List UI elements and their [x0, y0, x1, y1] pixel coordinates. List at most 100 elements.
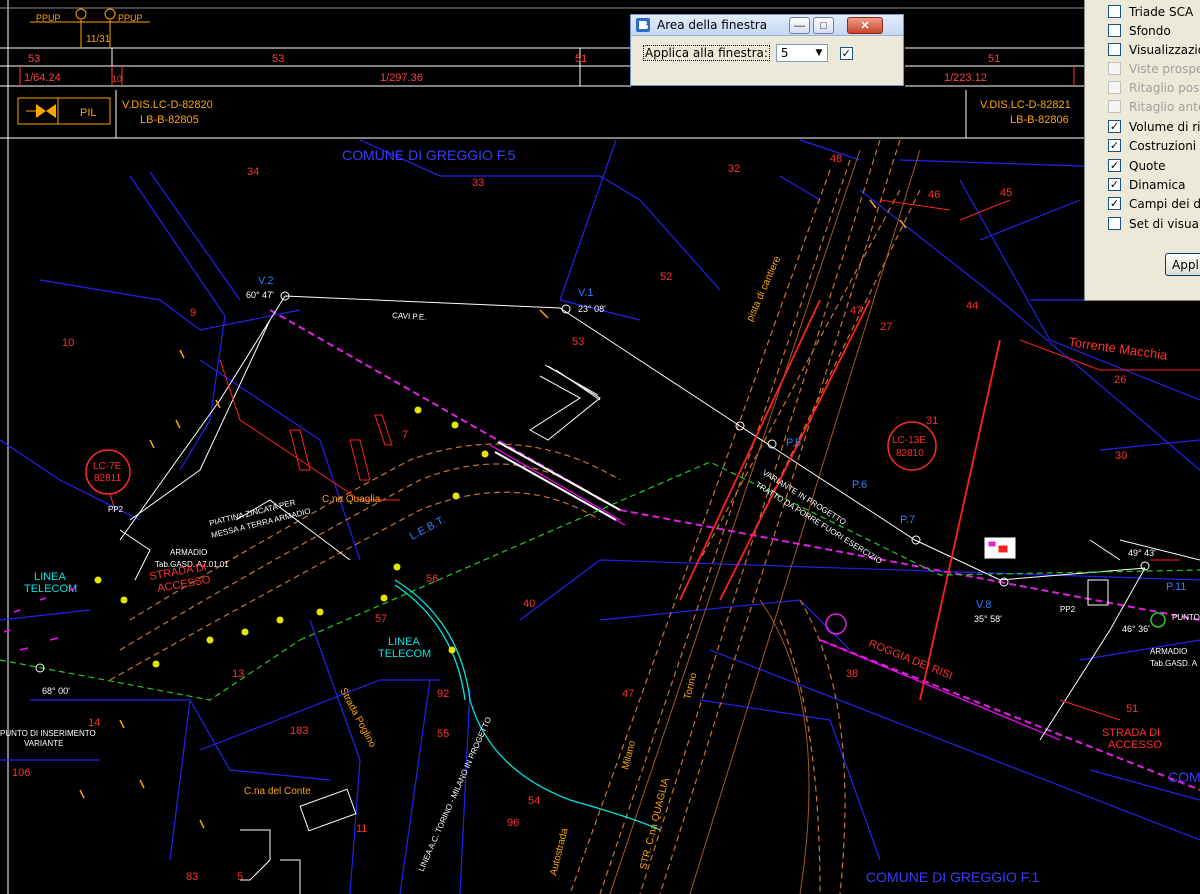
svg-text:183: 183: [290, 725, 308, 737]
svg-text:46° 36': 46° 36': [1122, 624, 1150, 634]
svg-text:47: 47: [850, 305, 862, 317]
view-option-set-visualizzazione[interactable]: Set di visualiz: [1085, 214, 1200, 233]
svg-text:LB-B-82806: LB-B-82806: [1010, 114, 1069, 126]
window-area-dialog: Area della finestra — □ ✕ Applica alla f…: [630, 14, 904, 86]
minimize-icon[interactable]: —: [789, 17, 810, 34]
checkbox-checked[interactable]: ✓: [1108, 139, 1121, 152]
dialog-title: Area della finestra: [657, 18, 768, 32]
svg-text:53: 53: [572, 336, 584, 348]
window-number-select[interactable]: 5 ▼: [775, 44, 828, 62]
svg-text:TELECOM: TELECOM: [378, 648, 431, 660]
svg-text:PPUP: PPUP: [118, 13, 143, 23]
svg-text:56: 56: [426, 573, 438, 585]
svg-text:P.5: P.5: [786, 437, 801, 449]
chevron-down-icon[interactable]: ▼: [811, 45, 827, 61]
checkbox[interactable]: [1108, 217, 1121, 230]
svg-text:52: 52: [660, 271, 672, 283]
svg-text:PUNTO: PUNTO: [1172, 613, 1200, 622]
checkbox[interactable]: [1108, 24, 1121, 37]
svg-text:47: 47: [622, 688, 634, 700]
maximize-icon[interactable]: □: [813, 17, 834, 34]
svg-text:STRADA DI: STRADA DI: [1102, 727, 1160, 739]
svg-text:92: 92: [437, 688, 449, 700]
svg-text:96: 96: [507, 817, 519, 829]
svg-text:10: 10: [112, 74, 122, 84]
svg-text:P.7: P.7: [900, 514, 915, 526]
view-option-visualizzazione[interactable]: Visualizzazion: [1085, 40, 1200, 59]
svg-text:CAVI P.E.: CAVI P.E.: [392, 311, 427, 322]
svg-text:46: 46: [928, 189, 940, 201]
dialog-title-bar[interactable]: Area della finestra — □ ✕: [631, 15, 903, 36]
checkbox-checked[interactable]: ✓: [1108, 159, 1121, 172]
view-option-campi-dati[interactable]: ✓ Campi dei dat: [1085, 194, 1200, 213]
svg-text:30: 30: [1115, 450, 1127, 462]
svg-text:V.1: V.1: [578, 287, 594, 299]
apply-to-window-label: Applica alla finestra:: [643, 45, 770, 61]
svg-text:LC-13E: LC-13E: [892, 435, 926, 446]
svg-text:82811: 82811: [94, 473, 122, 484]
svg-text:53: 53: [28, 53, 40, 65]
svg-text:LINEA: LINEA: [388, 636, 420, 648]
svg-text:V.DIS.LC-D-82821: V.DIS.LC-D-82821: [980, 99, 1071, 111]
cad-drawing-canvas[interactable]: PPUP PPUP 11/31 53 53 51 51 1/64.24 10 1…: [0, 0, 1200, 894]
svg-text:10: 10: [62, 337, 74, 349]
view-option-volume-ritaglio[interactable]: ✓ Volume di rita: [1085, 117, 1200, 136]
checkbox[interactable]: [1108, 43, 1121, 56]
view-option-quote[interactable]: ✓ Quote: [1085, 156, 1165, 175]
svg-text:LC-7E: LC-7E: [93, 461, 122, 472]
apply-checkbox[interactable]: ✓: [839, 46, 853, 60]
svg-text:54: 54: [528, 795, 540, 807]
view-option-ritaglio-anteriore: Ritaglio anteri: [1085, 97, 1200, 116]
svg-text:7: 7: [402, 429, 408, 441]
svg-text:C.na Quaglia: C.na Quaglia: [322, 494, 381, 505]
checkbox-checked[interactable]: ✓: [1108, 197, 1121, 210]
svg-text:106: 106: [12, 767, 30, 779]
svg-text:V.2: V.2: [258, 275, 274, 287]
apply-button[interactable]: Appl: [1165, 253, 1200, 276]
svg-text:27: 27: [880, 321, 892, 333]
svg-text:83: 83: [186, 871, 198, 883]
svg-text:45: 45: [1000, 187, 1012, 199]
svg-text:PUNTO DI INSERIMENTO: PUNTO DI INSERIMENTO: [0, 729, 96, 738]
svg-text:14: 14: [88, 717, 100, 729]
svg-text:1/64.24: 1/64.24: [24, 72, 61, 84]
view-option-sfondo[interactable]: Sfondo: [1085, 21, 1171, 40]
svg-text:1/297.36: 1/297.36: [380, 72, 423, 84]
svg-text:13: 13: [232, 668, 244, 680]
svg-text:26: 26: [1114, 374, 1126, 386]
svg-text:Tab.GASD. A: Tab.GASD. A: [1150, 659, 1198, 668]
svg-text:38: 38: [846, 668, 858, 680]
dialog-body: Applica alla finestra: 5 ▼ ✓: [631, 36, 903, 62]
svg-text:11: 11: [356, 823, 367, 835]
svg-text:5: 5: [237, 871, 243, 883]
svg-text:51: 51: [988, 53, 1000, 65]
svg-text:57: 57: [375, 613, 387, 625]
svg-text:35° 58': 35° 58': [974, 614, 1002, 624]
view-option-viste-prospettiche: Viste prospett: [1085, 59, 1200, 78]
svg-text:COMUNE DI GREGGIO F.1: COMUNE DI GREGGIO F.1: [866, 869, 1040, 885]
view-option-costruzioni[interactable]: ✓ Costruzioni: [1085, 136, 1196, 155]
checkbox[interactable]: [1108, 5, 1121, 18]
svg-text:31: 31: [926, 415, 938, 427]
checkbox: [1108, 100, 1121, 113]
svg-text:LB-B-82805: LB-B-82805: [140, 114, 199, 126]
svg-text:PPUP: PPUP: [36, 13, 61, 23]
svg-text:11/31: 11/31: [86, 34, 111, 45]
view-option-ritaglio-posteriore: Ritaglio poste: [1085, 78, 1200, 97]
checkbox-checked[interactable]: ✓: [1108, 120, 1121, 133]
svg-text:68° 00': 68° 00': [42, 686, 70, 696]
svg-text:33: 33: [472, 177, 484, 189]
svg-text:COMUNE DI GREGGIO F.5: COMUNE DI GREGGIO F.5: [342, 147, 516, 163]
svg-text:1/223.12: 1/223.12: [944, 72, 987, 84]
close-icon[interactable]: ✕: [847, 17, 883, 34]
svg-text:PP2: PP2: [108, 505, 124, 514]
view-option-dinamica[interactable]: ✓ Dinamica: [1085, 175, 1186, 194]
view-option-triade[interactable]: Triade SCA: [1085, 2, 1193, 21]
checkbox: [1108, 62, 1121, 75]
svg-text:44: 44: [966, 300, 978, 312]
svg-text:9: 9: [190, 307, 196, 319]
svg-text:P.6: P.6: [852, 479, 867, 491]
checkbox-checked[interactable]: ✓: [1108, 178, 1121, 191]
svg-text:60° 47': 60° 47': [246, 290, 274, 300]
svg-text:82810: 82810: [896, 448, 924, 459]
